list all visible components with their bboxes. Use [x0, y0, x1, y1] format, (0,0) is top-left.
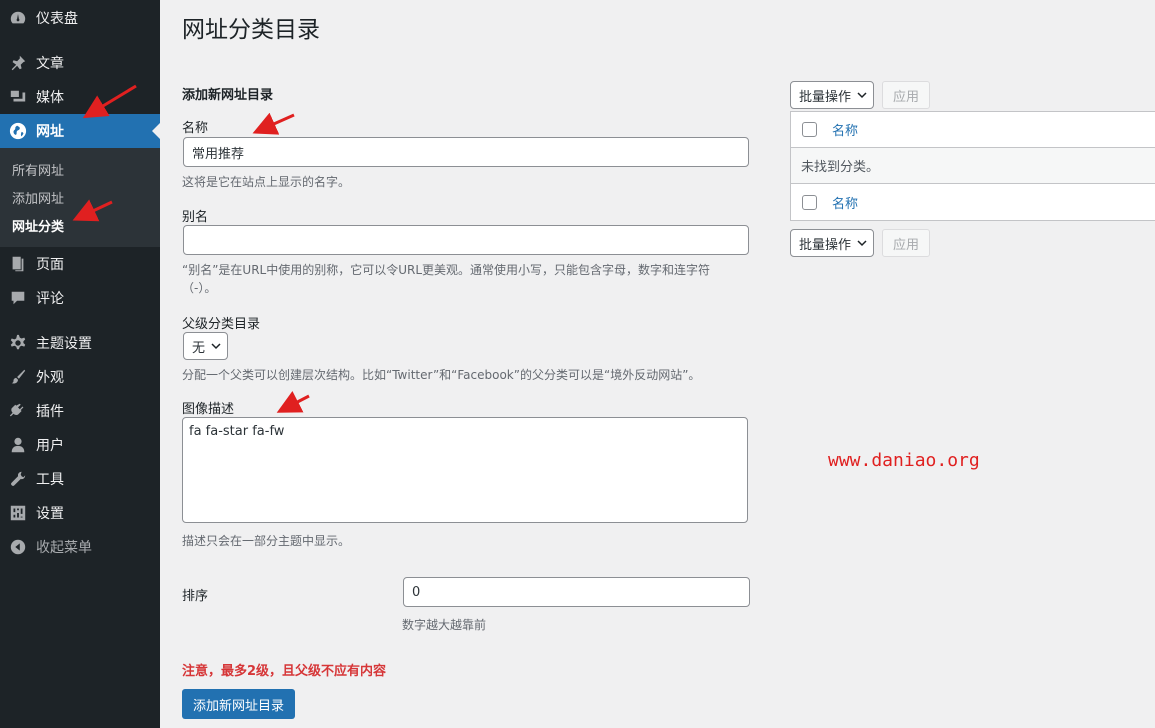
arrow-to-urls-menu: [82, 84, 137, 119]
annotation-arrows: [72, 84, 310, 413]
arrow-to-url-categories: [72, 199, 113, 222]
arrow-to-image-label: [276, 391, 310, 413]
arrow-to-name-label: [252, 112, 295, 135]
